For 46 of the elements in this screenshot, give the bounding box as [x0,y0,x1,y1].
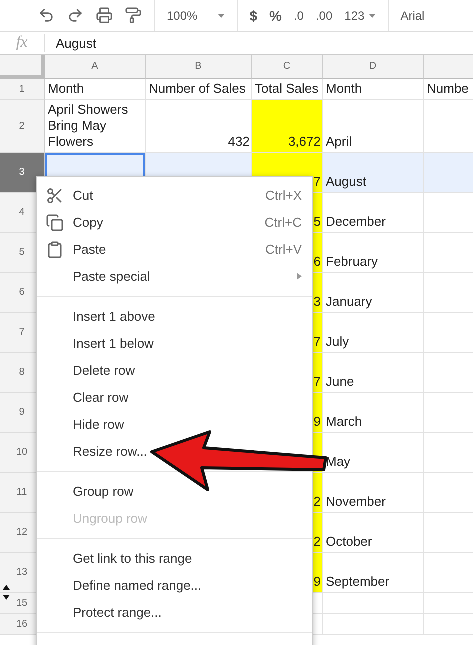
table-cell: December [323,193,424,233]
row-header[interactable]: 1 [0,79,45,100]
table-cell: Month [45,79,146,100]
table-cell: May [323,433,424,473]
hidden-rows-down-icon[interactable] [3,595,10,600]
undo-icon[interactable] [38,7,55,24]
table-cell: March [323,393,424,433]
row-header[interactable]: 2 [0,100,45,153]
table-cell: April [323,100,424,153]
formula-input[interactable]: August [45,36,96,50]
paint-roller-icon[interactable] [125,7,142,24]
font-dropdown[interactable]: Arial [400,8,425,22]
hidden-rows-up-icon[interactable] [3,585,10,590]
table-cell: 3,672 [252,100,323,153]
table-cell: Number of Sales [146,79,252,100]
column-header[interactable]: B [146,55,252,79]
table-cell: February [323,233,424,273]
copy-icon [46,214,64,232]
redo-icon[interactable] [67,7,84,24]
formula-label: fx [0,34,45,52]
caret-icon [368,14,376,18]
column-header[interactable]: D [323,55,424,79]
table-cell: Total Sales [252,79,323,100]
column-header[interactable]: C [252,55,323,79]
column-header[interactable]: A [45,55,146,79]
print-icon[interactable] [96,7,113,24]
caret-icon [218,14,225,18]
zoom-dropdown[interactable]: 100% [167,8,225,22]
increase-decimals-button[interactable]: .00 [316,8,333,22]
decrease-decimals-button[interactable]: .0 [294,8,304,22]
number-format-dropdown[interactable]: 123 [344,8,376,22]
table-cell: 432 [146,100,252,153]
percent-button[interactable]: % [270,8,282,24]
table-cell: April Showers Bring May Flowers [45,100,146,153]
table-cell: June [323,353,424,393]
table-cell: October [323,513,424,553]
table-cell: August [323,153,424,193]
table-cell: September [323,553,424,593]
table-cell: January [323,273,424,313]
table-cell: November [323,473,424,513]
table-cell: July [323,313,424,353]
clipboard-icon [46,241,64,259]
table-cell: Month [323,79,424,100]
row-header[interactable]: 3 [0,153,45,193]
scissors-icon [46,187,64,205]
currency-button[interactable]: $ [250,8,258,24]
